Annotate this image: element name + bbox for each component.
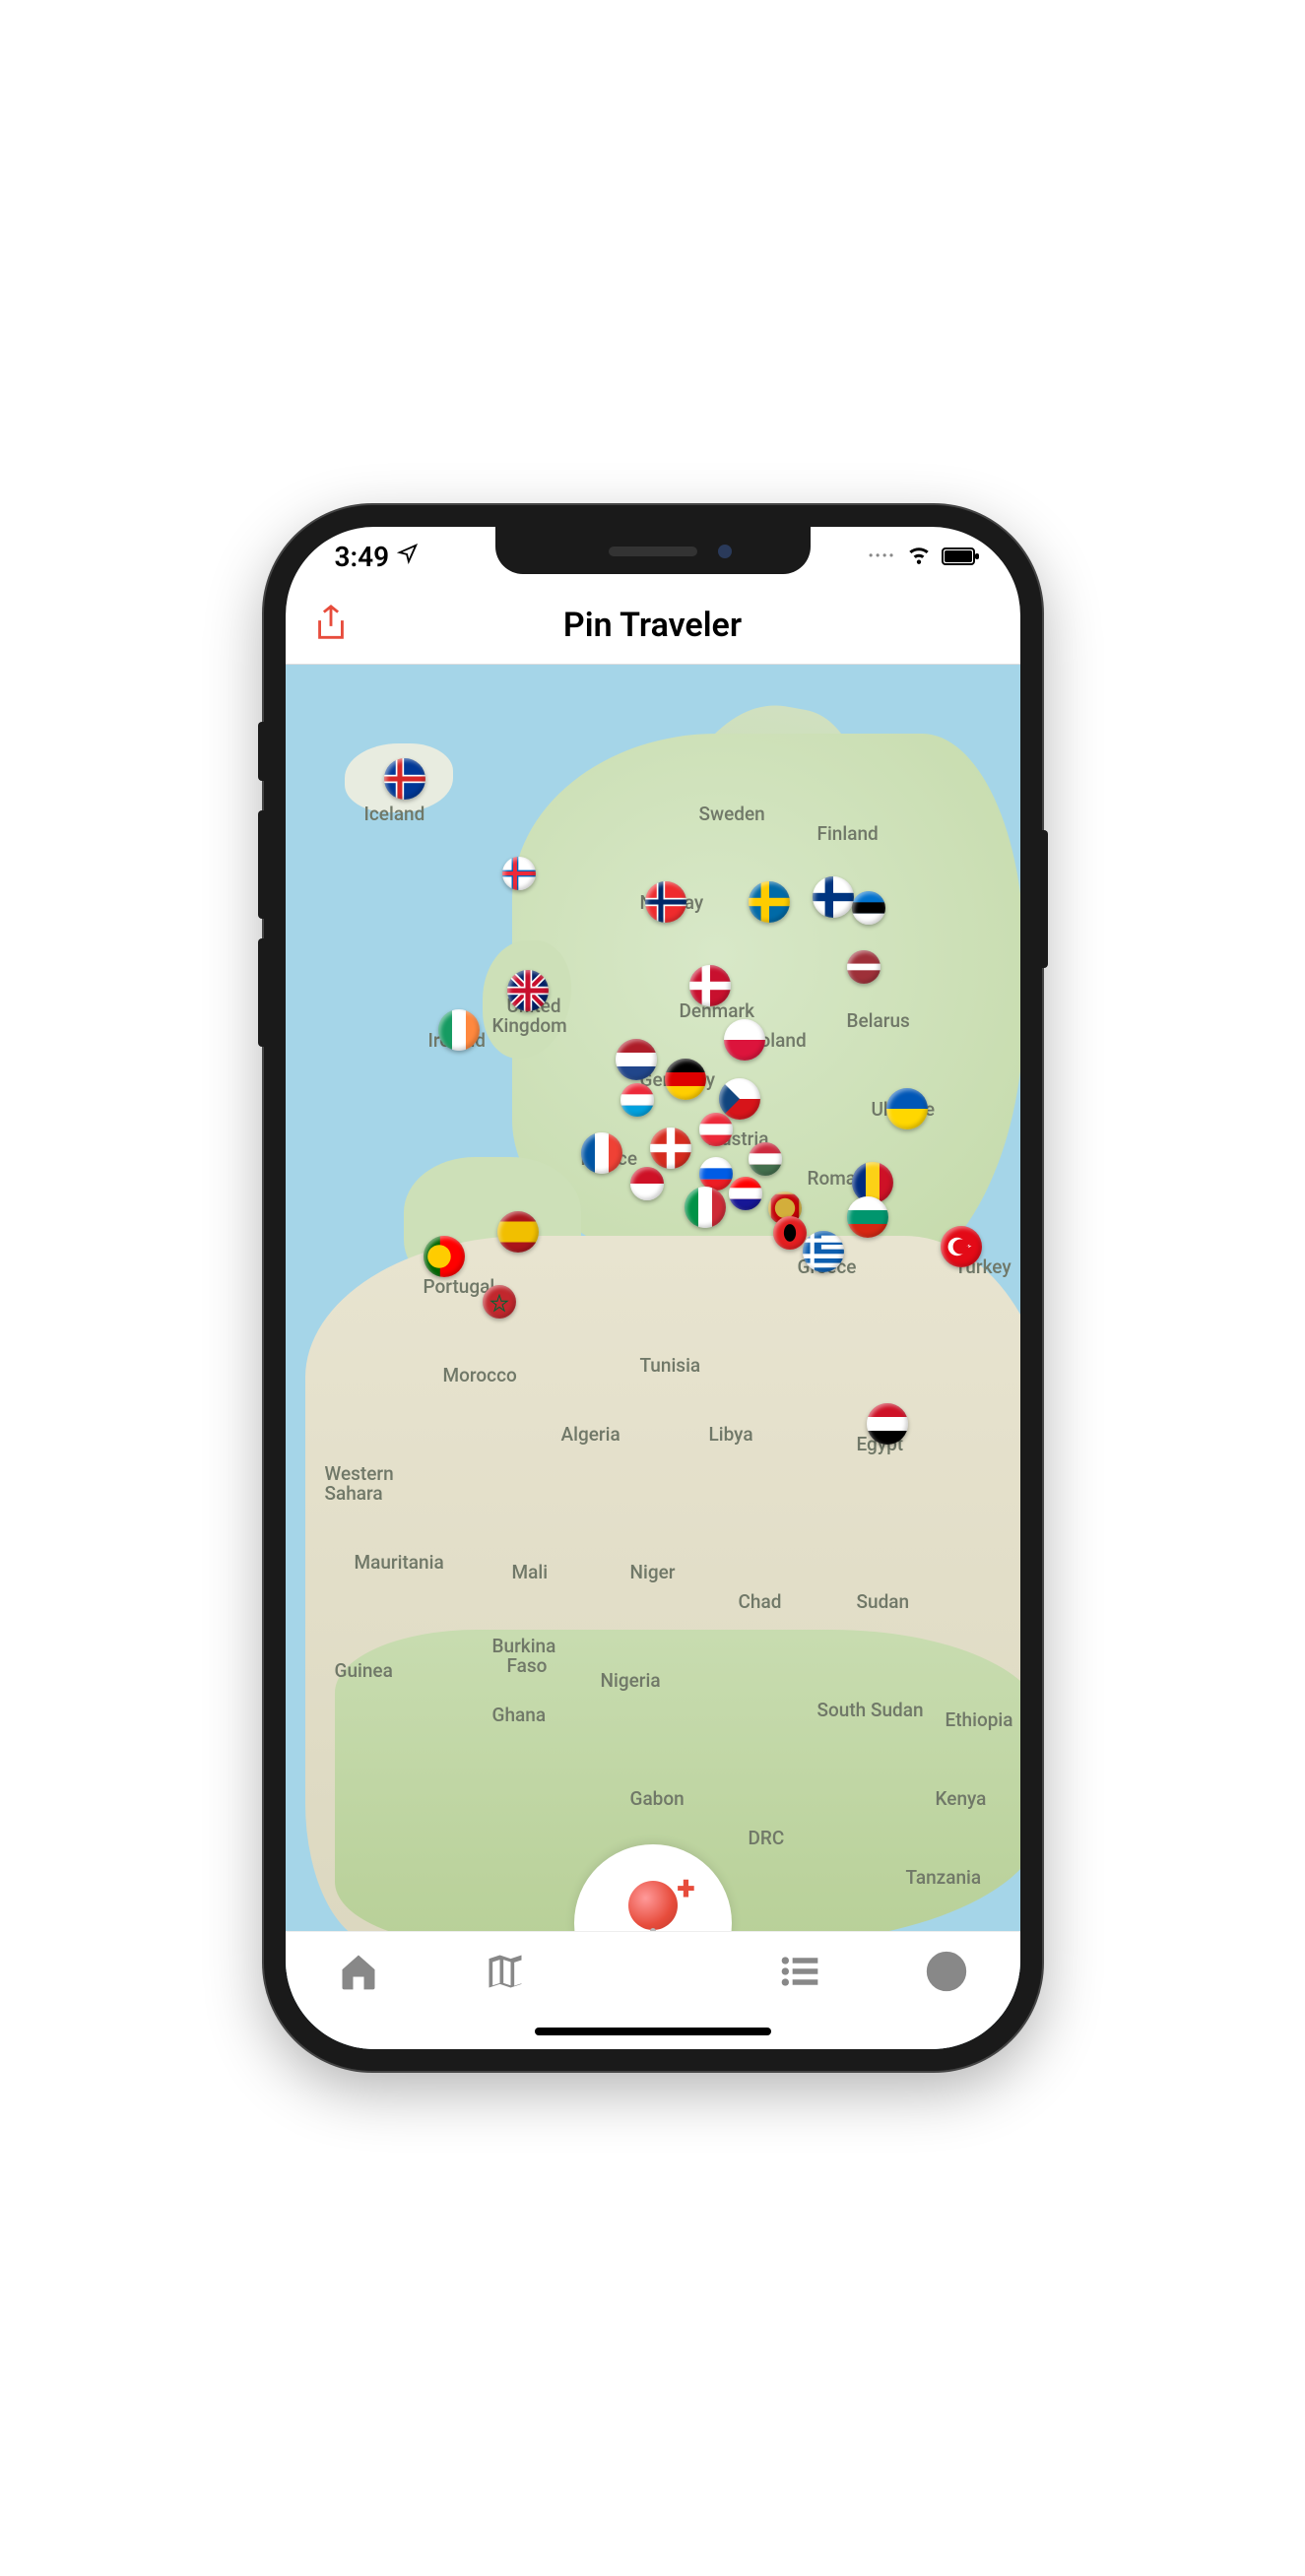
flag-pin-ukraine[interactable] [886,1088,928,1129]
flag-pin-monaco[interactable] [630,1167,664,1200]
home-icon [337,1950,380,1993]
flag-pin-slovenia[interactable] [699,1157,733,1191]
flag-pin-latvia[interactable] [847,950,881,984]
flag-pin-uk[interactable] [507,970,549,1011]
flag-pin-luxembourg[interactable] [620,1083,654,1117]
flag-pin-france[interactable] [581,1132,622,1174]
flag-pin-poland[interactable] [724,1019,765,1061]
tab-home[interactable] [329,1950,388,1997]
wifi-icon [906,541,932,573]
location-icon [397,543,419,570]
flag-pin-sweden[interactable] [749,881,790,923]
nav-bar: Pin Traveler [286,586,1020,665]
map-icon [484,1950,527,1993]
flag-pin-netherlands[interactable] [616,1039,657,1080]
page-title: Pin Traveler [563,606,742,645]
flag-pin-denmark[interactable] [689,965,731,1006]
flag-pin-iceland[interactable] [384,758,425,800]
flag-pin-norway[interactable] [645,881,686,923]
profile-icon [925,1950,968,1993]
flag-pin-albania[interactable] [773,1216,807,1250]
flag-pin-germany[interactable] [665,1059,706,1100]
cell-signal-icon: •••• [869,548,896,564]
flag-pin-switzerland[interactable] [650,1127,691,1169]
status-time: 3:49 [335,541,390,573]
tab-map[interactable] [476,1950,535,1997]
flag-pin-ireland[interactable] [438,1009,480,1051]
tab-profile[interactable] [917,1950,976,1997]
share-button[interactable] [313,604,349,647]
flag-pin-greece[interactable] [803,1231,844,1272]
flag-pin-hungary[interactable] [749,1142,782,1176]
map-view[interactable]: IcelandSwedenFinlandNorwayDenmarkUnitedK… [286,665,1020,2049]
battery-icon [942,541,981,573]
flag-pin-italy[interactable] [685,1187,726,1228]
flag-pin-bulgaria[interactable] [847,1196,888,1238]
flag-pin-egypt[interactable] [867,1403,908,1445]
flag-pin-spain[interactable] [497,1211,539,1253]
list-icon [778,1950,821,1993]
flag-pin-czech[interactable] [719,1078,760,1120]
flag-pin-croatia[interactable] [729,1177,762,1210]
flag-pin-portugal[interactable] [424,1236,465,1277]
flag-pin-estonia[interactable] [852,891,885,925]
flag-pin-austria[interactable] [699,1113,733,1146]
flag-pin-finland[interactable] [813,876,854,918]
flag-pin-turkey[interactable] [941,1226,982,1267]
flag-pin-faroe[interactable] [502,857,536,890]
tab-list[interactable] [770,1950,829,1997]
home-indicator[interactable] [535,2028,771,2035]
flag-pin-morocco-pin[interactable] [483,1285,516,1319]
